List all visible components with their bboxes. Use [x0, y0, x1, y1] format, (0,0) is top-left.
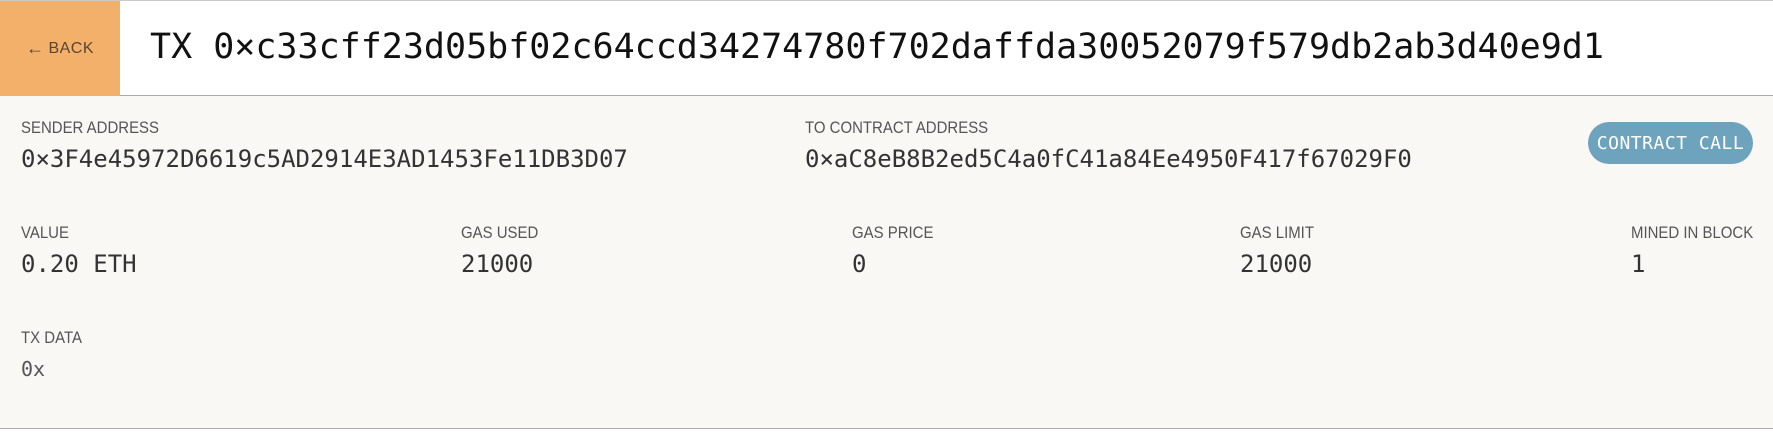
- transaction-page: ← BACK TX 0×c33cff23d05bf02c64ccd3427478…: [0, 0, 1773, 433]
- transaction-details: SENDER ADDRESS 0×3F4e45972D6619c5AD2914E…: [0, 96, 1773, 429]
- value-amount: 0.20 ETH: [21, 250, 137, 278]
- transaction-hash-title: TX 0×c33cff23d05bf02c64ccd34274780f702da…: [150, 27, 1604, 67]
- transaction-header: ← BACK TX 0×c33cff23d05bf02c64ccd3427478…: [0, 0, 1773, 96]
- sender-address-value: 0×3F4e45972D6619c5AD2914E3AD1453Fe11DB3D…: [21, 145, 628, 173]
- gas-used-value: 21000: [461, 250, 534, 278]
- mined-in-block-value: 1: [1631, 250, 1646, 278]
- back-arrow-icon: ←: [25, 38, 45, 58]
- mined-in-block-label: MINED IN BLOCK: [1631, 223, 1754, 242]
- back-button-label: BACK: [48, 39, 95, 57]
- tx-data-value: 0x: [21, 357, 46, 381]
- sender-address-label: SENDER ADDRESS: [21, 118, 160, 137]
- tx-data-label: TX DATA: [21, 328, 82, 347]
- back-button[interactable]: ← BACK: [0, 1, 120, 96]
- gas-limit-value: 21000: [1240, 250, 1313, 278]
- gas-limit-label: GAS LIMIT: [1240, 223, 1314, 242]
- transaction-type-badge: CONTRACT CALL: [1588, 122, 1753, 164]
- to-contract-address-value: 0×aC8eB8B2ed5C4a0fC41a84Ee4950F417f67029…: [805, 145, 1412, 173]
- gas-used-label: GAS USED: [461, 223, 539, 242]
- value-label: VALUE: [21, 223, 69, 242]
- to-contract-address-label: TO CONTRACT ADDRESS: [805, 118, 989, 137]
- gas-price-value: 0: [852, 250, 867, 278]
- gas-price-label: GAS PRICE: [852, 223, 934, 242]
